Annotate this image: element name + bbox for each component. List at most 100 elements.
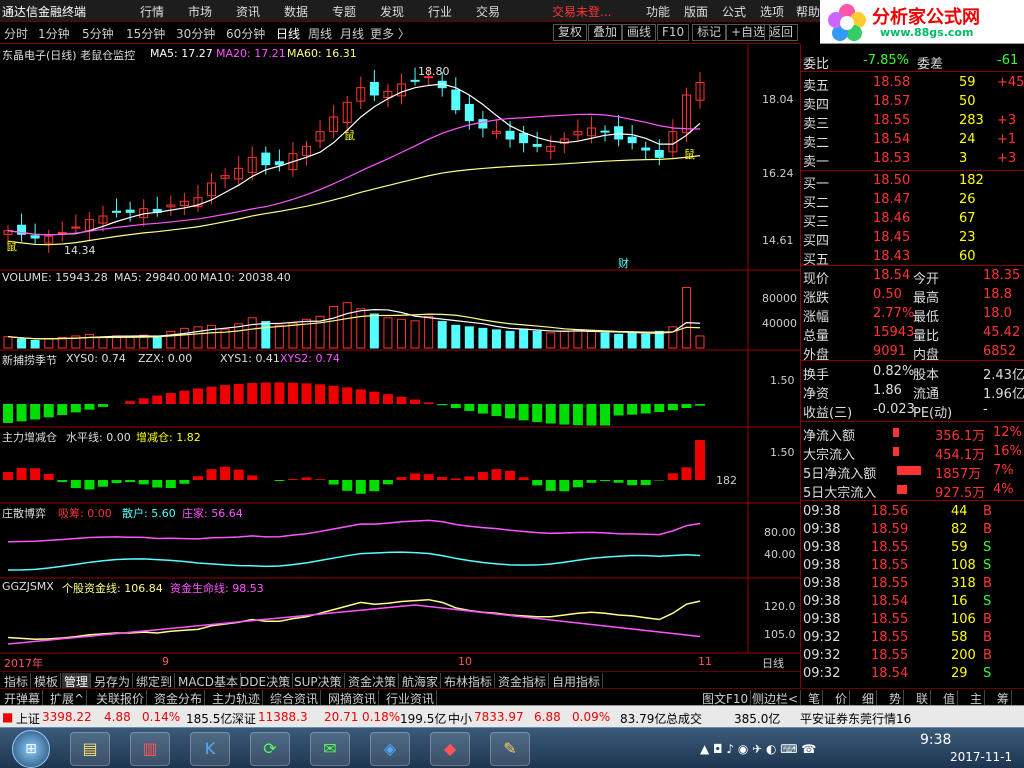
- panel6-line-a: 个股资金线: 106.84: [62, 582, 163, 595]
- volume-bar: [274, 324, 284, 349]
- tick-row: 09:38 18.56 44 B: [803, 504, 992, 519]
- trade-app-icon[interactable]: ◈: [370, 732, 410, 766]
- bid-row: 买四 18.45 23: [803, 230, 976, 249]
- zx-pct: 0.09%: [572, 710, 611, 724]
- candle-body: [532, 143, 542, 147]
- volume-label: VOLUME: 15943.28: [2, 271, 108, 284]
- zx-value: 7833.97: [474, 710, 524, 724]
- tick-row: 09:38 18.54 16 S: [803, 594, 992, 609]
- index-status-bar: ■ 上证 3398.22 4.88 0.14% 185.5亿 深证 11388.…: [0, 705, 1024, 727]
- tick-row: 09:32 18.55 58 B: [803, 630, 992, 645]
- volume-bar: [17, 338, 27, 349]
- tab-monthly[interactable]: 月线: [340, 25, 364, 42]
- oscillator-bar: [70, 404, 81, 413]
- tab-15min[interactable]: 15分钟: [126, 25, 165, 42]
- x-axis-mode[interactable]: 日线: [762, 655, 784, 671]
- sync-app-icon[interactable]: ⟳: [250, 732, 290, 766]
- oscillator-bar: [206, 386, 217, 404]
- restore-rights-button[interactable]: 复权: [553, 24, 588, 41]
- force-bar: [342, 480, 353, 491]
- menu-xuanxiang[interactable]: 选项: [760, 3, 784, 20]
- oscillator-bar: [532, 404, 543, 423]
- ma60-line: [7, 155, 701, 246]
- menu-jiaoyi[interactable]: 交易: [476, 3, 500, 20]
- menu-bangzhu[interactable]: 帮助: [796, 3, 820, 20]
- ask-row: 卖五 18.58 59 +45: [803, 75, 1024, 94]
- force-bar: [559, 480, 570, 492]
- k-app-icon[interactable]: K: [190, 732, 230, 766]
- start-button[interactable]: ⊞: [12, 730, 50, 768]
- force-bar: [233, 469, 244, 480]
- menu-faxian[interactable]: 发现: [380, 3, 404, 20]
- volume-bar: [84, 333, 94, 349]
- tab-1min[interactable]: 1分钟: [38, 25, 70, 42]
- tab-5min[interactable]: 5分钟: [82, 25, 114, 42]
- menu-hangqing[interactable]: 行情: [140, 3, 164, 20]
- menu-shichang[interactable]: 市场: [188, 3, 212, 20]
- menu-banmian[interactable]: 版面: [684, 3, 708, 20]
- oscillator-bar: [342, 387, 353, 404]
- menu-zhuanti[interactable]: 专题: [332, 3, 356, 20]
- bid-row: 买五 18.43 60: [803, 249, 976, 268]
- wechat-icon[interactable]: ✉: [310, 732, 350, 766]
- oscillator-bar: [464, 404, 475, 411]
- draw-line-button[interactable]: 画线: [622, 24, 657, 41]
- fund-row: 收益(三) -0.023 PE(动) -: [803, 402, 988, 421]
- site-logo: 分析家公式网 www.88gs.com: [820, 0, 1024, 44]
- tab-daily[interactable]: 日线: [276, 25, 300, 42]
- stock-app-icon[interactable]: ▥: [130, 732, 170, 766]
- tab-more[interactable]: 更多 〉: [370, 25, 410, 42]
- volume-bar: [3, 336, 13, 349]
- menu-hangye[interactable]: 行业: [428, 3, 452, 20]
- oscillator-bar: [57, 404, 68, 415]
- menu-shuju[interactable]: 数据: [284, 3, 308, 20]
- tab-fenshi[interactable]: 分时: [4, 25, 28, 42]
- tab-30min[interactable]: 30分钟: [176, 25, 215, 42]
- volume-bar: [519, 328, 529, 349]
- force-bar: [125, 480, 136, 483]
- y-label-p5-1: 80.00: [764, 526, 796, 539]
- oscillator-bar: [16, 404, 27, 422]
- trade-login-warning[interactable]: 交易未登...: [552, 3, 611, 20]
- explorer-icon[interactable]: ▤: [70, 732, 110, 766]
- sh-value: 3398.22: [42, 710, 92, 724]
- tab-60min[interactable]: 60分钟: [226, 25, 265, 42]
- oscillator-bar: [233, 383, 244, 404]
- paint-app-icon[interactable]: ✎: [490, 732, 530, 766]
- oscillator-bar: [627, 404, 638, 415]
- back-button[interactable]: 返回: [764, 24, 799, 41]
- tdx-app-icon[interactable]: ◆: [430, 732, 470, 766]
- force-bar: [505, 470, 516, 480]
- chart-area[interactable]: 东晶电子(日线) 老鼠仓监控 MA5: 17.27 MA20: 17.21 MA…: [0, 44, 800, 671]
- force-bar: [84, 480, 95, 490]
- volume-ma5: MA5: 29840.00: [114, 271, 198, 284]
- stat-row: 涨幅 2.77% 最低 18.0: [803, 306, 1012, 325]
- high-price-label: 18.80: [418, 65, 450, 78]
- volume-bar: [166, 330, 176, 349]
- force-bar: [654, 480, 665, 481]
- f10-button[interactable]: F10: [657, 24, 690, 41]
- tray-icons[interactable]: ▲ ◘ ♪ ◉ ✈ ◐ ⌨ ☎: [700, 742, 816, 756]
- volume-ma10: MA10: 20038.40: [200, 271, 291, 284]
- menu-gongneng[interactable]: 功能: [646, 3, 670, 20]
- force-bar: [396, 477, 407, 480]
- volume-bar: [356, 308, 366, 349]
- force-bar: [627, 480, 638, 486]
- shu-mark-left: 鼠: [6, 240, 17, 253]
- tab-weekly[interactable]: 周线: [308, 25, 332, 42]
- mark-button[interactable]: 标记: [692, 24, 727, 41]
- menu-zixun[interactable]: 资讯: [236, 3, 260, 20]
- y-label-main-3: 14.61: [762, 234, 794, 247]
- volume-bar: [546, 332, 556, 349]
- overlay-button[interactable]: 叠加: [588, 24, 623, 41]
- oscillator-bar: [84, 404, 95, 410]
- flower-logo-icon: [828, 4, 866, 41]
- force-bar: [287, 479, 298, 480]
- sh-label: 上证: [16, 712, 41, 726]
- force-bar: [30, 468, 41, 480]
- oscillator-bar: [301, 383, 312, 404]
- panel6-line-b: 资金生命线: 98.53: [170, 582, 264, 595]
- panel3-name: 新捕捞季节: [2, 354, 57, 367]
- menu-gongshi[interactable]: 公式: [722, 3, 746, 20]
- y-label-p3: 1.50: [770, 374, 795, 387]
